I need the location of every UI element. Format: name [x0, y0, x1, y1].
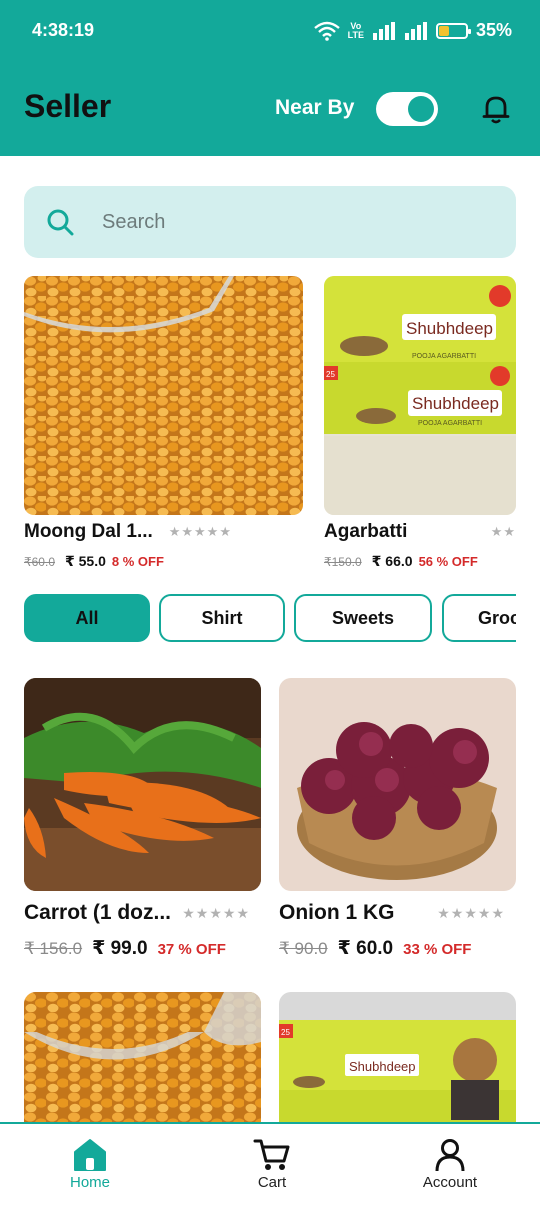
product-image-moong-dal-2 [24, 992, 261, 1122]
product-card-onion[interactable]: Onion 1 KG ★★★★★ ₹ 90.0 ₹ 60.0 33 % OFF [279, 678, 516, 960]
home-icon [74, 1139, 106, 1171]
nav-home-label: Home [69, 1174, 110, 1191]
discount: 8 % OFF [111, 554, 164, 569]
status-bar: 4:38:19 Vo LTE 35% [0, 0, 540, 62]
category-chips[interactable]: All Shirt Sweets Grocery [24, 594, 516, 642]
product-card-agarbatti[interactable]: Shubhdeep 25 [279, 992, 516, 1122]
packet-subtitle-2: POOJA AGARBATTI [418, 420, 482, 427]
toggle-knob [408, 96, 434, 122]
nav-home[interactable]: Home [30, 1138, 150, 1191]
packet-count-2: 25 [281, 1028, 290, 1037]
battery-percent: 35% [475, 20, 512, 40]
search-icon [47, 209, 74, 236]
packet-count: 25 [326, 370, 335, 379]
product-card-moong-dal[interactable] [24, 992, 261, 1122]
bottom-navigation: Home Cart Account [0, 1122, 540, 1206]
signal-icon-2 [404, 21, 427, 40]
cart-icon [253, 1139, 290, 1170]
chip-grocery[interactable]: Grocery [442, 594, 516, 642]
product-title: Carrot (1 doz... [24, 901, 172, 924]
old-price: ₹ 156.0 [24, 939, 83, 958]
product-image-onion [279, 678, 516, 891]
nav-cart-label: Cart [257, 1174, 287, 1191]
bell-icon[interactable] [482, 94, 510, 124]
near-by-label: Near By [275, 96, 355, 119]
status-time: 4:38:19 [32, 20, 95, 40]
nav-account-label: Account [422, 1174, 478, 1191]
app-bar: Seller Near By [0, 62, 540, 156]
volte-indicator: Vo LTE [347, 20, 364, 40]
price: ₹ 66.0 [371, 553, 413, 569]
product-title: Moong Dal 1... [24, 521, 153, 542]
search-bar[interactable] [24, 186, 516, 258]
account-icon [435, 1139, 465, 1172]
chip-shirt[interactable]: Shirt [159, 594, 285, 642]
search-input[interactable] [102, 206, 482, 238]
status-icons: Vo LTE 35% [313, 20, 512, 41]
product-title: Onion 1 KG [279, 901, 395, 924]
rating-stars: ★★★★★ [182, 904, 250, 921]
signal-icon [372, 21, 395, 40]
featured-carousel[interactable]: Moong Dal 1... ★★★★★ ₹60.0 ₹ 55.0 8 % OF… [24, 276, 516, 586]
rating-stars: ★★★★★ [437, 904, 505, 921]
featured-card-agarbatti[interactable]: Shubhdeep POOJA AGARBATTI Shubhdeep POOJ… [324, 276, 516, 570]
nav-account[interactable]: Account [390, 1138, 510, 1191]
rating-stars: ★★★★★ [168, 524, 232, 539]
wifi-icon [313, 21, 340, 41]
discount: 56 % OFF [418, 554, 478, 569]
battery-icon [435, 22, 471, 39]
featured-card-moong-dal[interactable]: Moong Dal 1... ★★★★★ ₹60.0 ₹ 55.0 8 % OF… [24, 276, 303, 570]
packet-subtitle: POOJA AGARBATTI [412, 353, 476, 360]
product-image-moong-dal [24, 276, 303, 515]
near-by-toggle[interactable] [376, 92, 438, 126]
packet-brand-2: Shubhdeep [412, 394, 499, 413]
product-card-carrot[interactable]: Carrot (1 doz... ★★★★★ ₹ 156.0 ₹ 99.0 37… [24, 678, 261, 960]
page-title: Seller [24, 88, 112, 124]
price: ₹ 60.0 [337, 938, 394, 959]
product-image-agarbatti-2: Shubhdeep 25 [279, 992, 516, 1122]
discount: 33 % OFF [403, 941, 472, 958]
chip-all[interactable]: All [24, 594, 150, 642]
price: ₹ 99.0 [92, 938, 148, 959]
old-price: ₹ 90.0 [279, 939, 328, 958]
packet-brand-3: Shubhdeep [349, 1059, 416, 1074]
discount: 37 % OFF [157, 941, 226, 958]
product-image-carrot [24, 678, 261, 891]
old-price: ₹60.0 [24, 555, 55, 569]
product-image-agarbatti: Shubhdeep POOJA AGARBATTI Shubhdeep POOJ… [324, 276, 516, 515]
rating-stars: ★★★★★ [490, 524, 516, 539]
price: ₹ 55.0 [65, 553, 106, 569]
chip-sweets[interactable]: Sweets [294, 594, 432, 642]
nav-cart[interactable]: Cart [212, 1138, 332, 1191]
old-price: ₹150.0 [324, 555, 362, 569]
packet-brand: Shubhdeep [406, 319, 493, 338]
product-title: Agarbatti [324, 521, 408, 542]
